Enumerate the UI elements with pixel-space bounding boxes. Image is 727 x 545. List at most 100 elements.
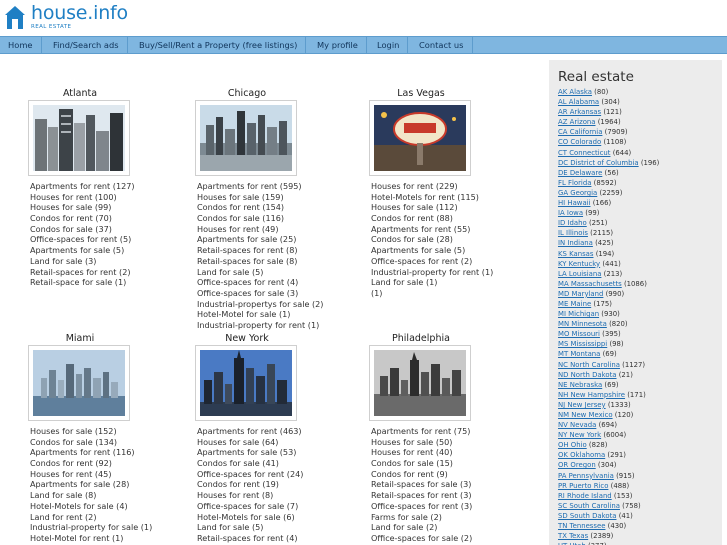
state-link[interactable]: LA Louisiana (558, 270, 601, 278)
state-link[interactable]: PA Pennsylvania (558, 472, 614, 480)
city-name[interactable]: Las Vegas (371, 88, 471, 99)
listing-link[interactable]: Condos for sale (15) (371, 458, 472, 469)
state-link[interactable]: IN Indiana (558, 239, 593, 247)
city-photo[interactable] (28, 345, 130, 421)
listing-link[interactable]: Houses for rent (40) (371, 447, 472, 458)
listing-link[interactable]: Land for sale (5) (197, 267, 323, 278)
state-link[interactable]: GA Georgia (558, 189, 597, 197)
state-link[interactable]: TN Tennessee (558, 522, 605, 530)
listing-link[interactable]: Condos for rent (19) (197, 479, 303, 490)
listing-link[interactable]: Hotel-Motels for sale (6) (197, 512, 303, 523)
state-link[interactable]: CO Colorado (558, 138, 601, 146)
state-link[interactable]: CT Connecticut (558, 149, 610, 157)
listing-link[interactable]: Office-spaces for sale (7) (197, 501, 303, 512)
state-link[interactable]: AL Alabama (558, 98, 599, 106)
state-link[interactable]: AZ Arizona (558, 118, 596, 126)
listing-link[interactable]: Apartments for rent (463) (197, 426, 303, 437)
listing-link[interactable]: Apartments for sale (28) (30, 479, 152, 490)
state-link[interactable]: IA Iowa (558, 209, 583, 217)
listing-link[interactable]: (1) (371, 288, 493, 299)
nav-home[interactable]: Home (0, 37, 42, 53)
state-link[interactable]: MN Minnesota (558, 320, 607, 328)
listing-link[interactable]: Houses for sale (99) (30, 202, 135, 213)
listing-link[interactable]: Industrial-propertys for sale (2) (197, 299, 323, 310)
listing-link[interactable]: Land for sale (3) (30, 256, 135, 267)
listing-link[interactable]: Condos for sale (28) (371, 234, 493, 245)
listing-link[interactable]: Houses for sale (152) (30, 426, 152, 437)
state-link[interactable]: TX Texas (558, 532, 588, 540)
listing-link[interactable]: Farms for sale (2) (371, 512, 472, 523)
state-link[interactable]: SC South Carolina (558, 502, 620, 510)
listing-link[interactable]: Apartments for sale (25) (197, 234, 323, 245)
listing-link[interactable]: Retail-spaces for rent (4) (197, 533, 303, 544)
listing-link[interactable]: Condos for rent (70) (30, 213, 135, 224)
listing-link[interactable]: Office-spaces for sale (3) (197, 288, 323, 299)
listing-link[interactable]: Office-spaces for rent (4) (197, 277, 323, 288)
state-link[interactable]: OH Ohio (558, 441, 587, 449)
listing-link[interactable]: Condos for sale (37) (30, 224, 135, 235)
state-link[interactable]: MO Missouri (558, 330, 600, 338)
listing-link[interactable]: Condos for sale (134) (30, 437, 152, 448)
listing-link[interactable]: Condos for rent (88) (371, 213, 493, 224)
listing-link[interactable]: Houses for rent (8) (197, 490, 303, 501)
listing-link[interactable]: Condos for sale (41) (197, 458, 303, 469)
nav-find-search-ads[interactable]: Find/Search ads (45, 37, 128, 53)
listing-link[interactable]: Houses for sale (64) (197, 437, 303, 448)
listing-link[interactable]: Apartments for rent (55) (371, 224, 493, 235)
listing-link[interactable]: Apartments for sale (5) (30, 245, 135, 256)
state-link[interactable]: OK Oklahoma (558, 451, 605, 459)
state-link[interactable]: NV Nevada (558, 421, 596, 429)
city-photo[interactable] (195, 345, 297, 421)
listing-link[interactable]: Land for sale (1) (371, 277, 493, 288)
state-link[interactable]: RI Rhode Island (558, 492, 612, 500)
state-link[interactable]: NE Nebraska (558, 381, 602, 389)
listing-link[interactable]: Apartments for sale (5) (371, 245, 493, 256)
state-link[interactable]: DE Delaware (558, 169, 602, 177)
listing-link[interactable]: Condos for rent (9) (371, 469, 472, 480)
city-name[interactable]: Atlanta (30, 88, 130, 99)
city-photo[interactable] (195, 100, 297, 176)
state-link[interactable]: AK Alaska (558, 88, 592, 96)
listing-link[interactable]: Hotel-Motel for rent (1) (30, 533, 152, 544)
city-name[interactable]: Chicago (197, 88, 297, 99)
state-link[interactable]: KY Kentucky (558, 260, 600, 268)
state-link[interactable]: MA Massachusetts (558, 280, 622, 288)
nav-login[interactable]: Login (369, 37, 409, 53)
listing-link[interactable]: Retail-spaces for sale (8) (197, 256, 323, 267)
listing-link[interactable]: Houses for sale (50) (371, 437, 472, 448)
city-name[interactable]: Philadelphia (371, 333, 471, 344)
state-link[interactable]: ND North Dakota (558, 371, 617, 379)
listing-link[interactable]: Houses for rent (229) (371, 181, 493, 192)
state-link[interactable]: MT Montana (558, 350, 600, 358)
listing-link[interactable]: Land for sale (2) (371, 522, 472, 533)
state-link[interactable]: ID Idaho (558, 219, 587, 227)
listing-link[interactable]: Hotel-Motels for rent (115) (371, 192, 493, 203)
logo-text[interactable]: house.info (31, 2, 128, 24)
state-link[interactable]: NM New Mexico (558, 411, 613, 419)
city-photo[interactable] (28, 100, 130, 176)
city-name[interactable]: Miami (30, 333, 130, 344)
state-link[interactable]: HI Hawaii (558, 199, 591, 207)
city-name[interactable]: New York (197, 333, 297, 344)
listing-link[interactable]: Industrial-property for rent (1) (371, 267, 493, 278)
state-link[interactable]: SD South Dakota (558, 512, 617, 520)
listing-link[interactable]: Retail-space for sale (1) (30, 277, 135, 288)
listing-link[interactable]: Office-spaces for rent (2) (371, 256, 493, 267)
state-link[interactable]: CA California (558, 128, 602, 136)
state-link[interactable]: MS Mississippi (558, 340, 607, 348)
listing-link[interactable]: Houses for sale (159) (197, 192, 323, 203)
listing-link[interactable]: Land for sale (5) (197, 522, 303, 533)
listing-link[interactable]: Retail-spaces for sale (3) (371, 479, 472, 490)
state-link[interactable]: MD Maryland (558, 290, 603, 298)
listing-link[interactable]: Retail-spaces for rent (2) (30, 267, 135, 278)
state-link[interactable]: FL Florida (558, 179, 591, 187)
listing-link[interactable]: Industrial-property for rent (1) (197, 320, 323, 331)
listing-link[interactable]: Hotel-Motel for sale (1) (197, 309, 323, 320)
state-link[interactable]: NC North Carolina (558, 361, 620, 369)
nav-buy-sell-rent[interactable]: Buy/Sell/Rent a Property (free listings) (131, 37, 307, 53)
city-photo[interactable] (369, 100, 471, 176)
state-link[interactable]: KS Kansas (558, 250, 593, 258)
house-logo-icon[interactable] (4, 5, 26, 31)
listing-link[interactable]: Apartments for rent (116) (30, 447, 152, 458)
nav-my-profile[interactable]: My profile (309, 37, 367, 53)
